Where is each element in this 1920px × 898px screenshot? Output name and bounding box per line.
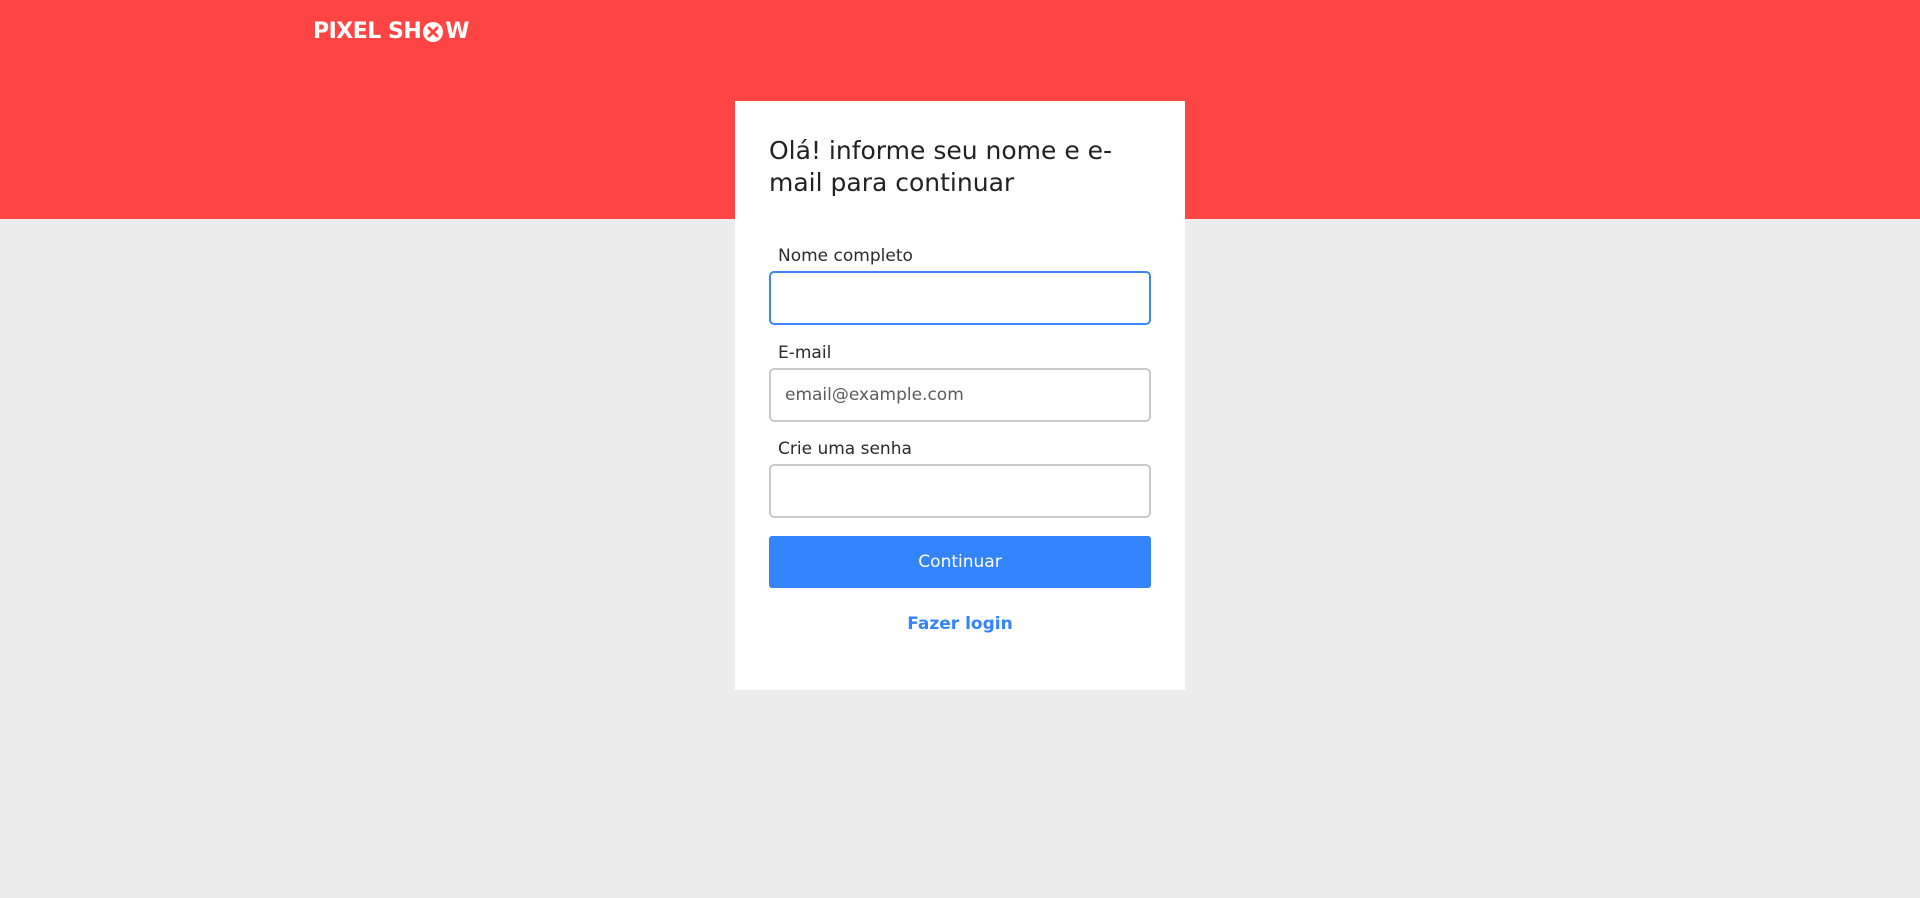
login-link[interactable]: Fazer login <box>735 614 1185 634</box>
name-label: Nome completo <box>778 246 913 266</box>
x-circle-icon <box>422 21 444 43</box>
brand-logo-text-end: W <box>445 18 470 44</box>
email-input[interactable] <box>769 368 1151 422</box>
password-label: Crie uma senha <box>778 439 912 459</box>
continue-button[interactable]: Continuar <box>769 536 1151 588</box>
signup-card: Olá! informe seu nome e e-mail para cont… <box>735 101 1185 690</box>
email-label: E-mail <box>778 343 832 363</box>
brand-logo[interactable]: PIXEL SH W <box>313 16 470 46</box>
name-input[interactable] <box>769 271 1151 325</box>
password-input[interactable] <box>769 464 1151 518</box>
form-title: Olá! informe seu nome e e-mail para cont… <box>769 136 1113 197</box>
brand-logo-text-start: PIXEL SH <box>313 18 422 44</box>
